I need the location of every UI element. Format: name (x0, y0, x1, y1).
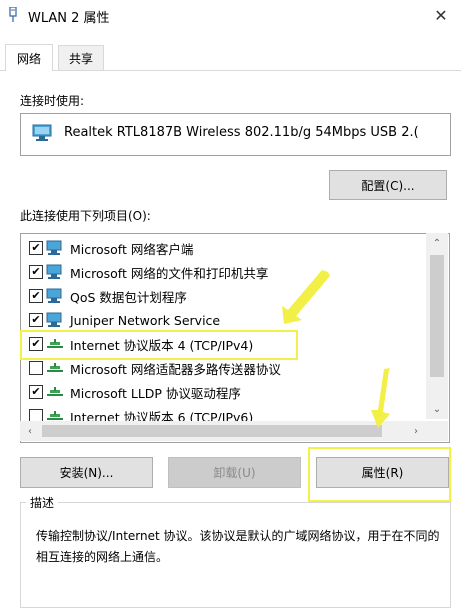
scroll-down-arrow-icon[interactable]: ⌄ (426, 399, 448, 419)
protocol-icon (47, 363, 63, 372)
scroll-up-arrow-icon[interactable]: ⌃ (426, 233, 448, 253)
list-item[interactable]: ✔ Microsoft 网络的文件和打印机共享 (21, 260, 425, 284)
description-text: 传输控制协议/Internet 协议。该协议是默认的广域网络协议，用于在不同的相… (36, 529, 440, 564)
close-icon: ✕ (434, 5, 448, 25)
vertical-scroll-thumb[interactable] (430, 255, 444, 377)
network-service-icon (46, 312, 62, 327)
tab-network[interactable]: 网络 (5, 44, 53, 71)
item-label: QoS 数据包计划程序 (70, 289, 187, 305)
item-checkbox[interactable]: ✔ (29, 313, 43, 327)
tab-sharing-label: 共享 (68, 52, 93, 66)
list-item[interactable]: ✔ Microsoft LLDP 协议驱动程序 (21, 380, 425, 404)
list-item[interactable]: ✔ QoS 数据包计划程序 (21, 284, 425, 308)
adapter-display: Realtek RTL8187B Wireless 802.11b/g 54Mb… (20, 113, 451, 156)
file-sharing-icon (46, 264, 62, 279)
scroll-left-arrow-icon[interactable]: ‹ (20, 421, 40, 441)
list-item[interactable]: ✔ Microsoft 网络客户端 (21, 236, 425, 260)
horizontal-scrollbar[interactable]: ‹ › (20, 421, 426, 441)
configure-button[interactable]: 配置(C)... (329, 170, 447, 200)
item-checkbox[interactable]: ✔ (29, 265, 43, 279)
vertical-scrollbar[interactable]: ⌃ ⌄ (426, 233, 448, 419)
tab-sharing[interactable]: 共享 (58, 45, 104, 71)
configure-button-label: 配置(C)... (361, 178, 415, 193)
adapter-name: Realtek RTL8187B Wireless 802.11b/g 54Mb… (64, 125, 419, 140)
description-legend: 描述 (26, 494, 59, 511)
annotation-arrow-icon (371, 368, 390, 428)
connect-using-label: 连接时使用: (20, 94, 85, 108)
install-button-label: 安装(N)... (59, 466, 114, 480)
network-client-icon (46, 240, 62, 255)
horizontal-scroll-thumb[interactable] (42, 425, 382, 437)
highlight-box-properties (308, 447, 451, 502)
uninstall-button[interactable]: 卸载(U) (168, 457, 301, 488)
network-adapter-icon (9, 7, 17, 22)
highlight-box-ipv4 (20, 330, 298, 360)
protocol-icon (47, 387, 63, 396)
item-checkbox[interactable] (29, 361, 43, 375)
item-label: Microsoft 网络的文件和打印机共享 (70, 265, 269, 281)
item-label: Microsoft LLDP 协议驱动程序 (70, 385, 241, 401)
item-label: Microsoft 网络适配器多路传送器协议 (70, 361, 281, 377)
scroll-right-arrow-icon[interactable]: › (406, 421, 426, 441)
item-checkbox[interactable]: ✔ (29, 241, 43, 255)
item-label: Juniper Network Service (70, 312, 221, 328)
tab-network-label: 网络 (16, 51, 41, 66)
annotation-arrow-icon (282, 270, 330, 324)
items-label: 此连接使用下列项目(O): (20, 209, 151, 223)
item-label: Microsoft 网络客户端 (70, 241, 194, 257)
scroll-corner (426, 421, 448, 441)
adapter-icon (32, 124, 52, 141)
tab-divider (0, 70, 461, 71)
qos-icon (46, 288, 62, 303)
item-checkbox[interactable]: ✔ (29, 385, 43, 399)
uninstall-button-label: 卸载(U) (213, 466, 256, 480)
close-button[interactable]: ✕ (426, 2, 456, 28)
install-button[interactable]: 安装(N)... (20, 457, 153, 488)
list-item[interactable]: ✔ Juniper Network Service (21, 308, 425, 332)
title-bar: WLAN 2 属性 ✕ (0, 0, 461, 30)
window-title: WLAN 2 属性 (28, 11, 110, 26)
item-checkbox[interactable]: ✔ (29, 289, 43, 303)
